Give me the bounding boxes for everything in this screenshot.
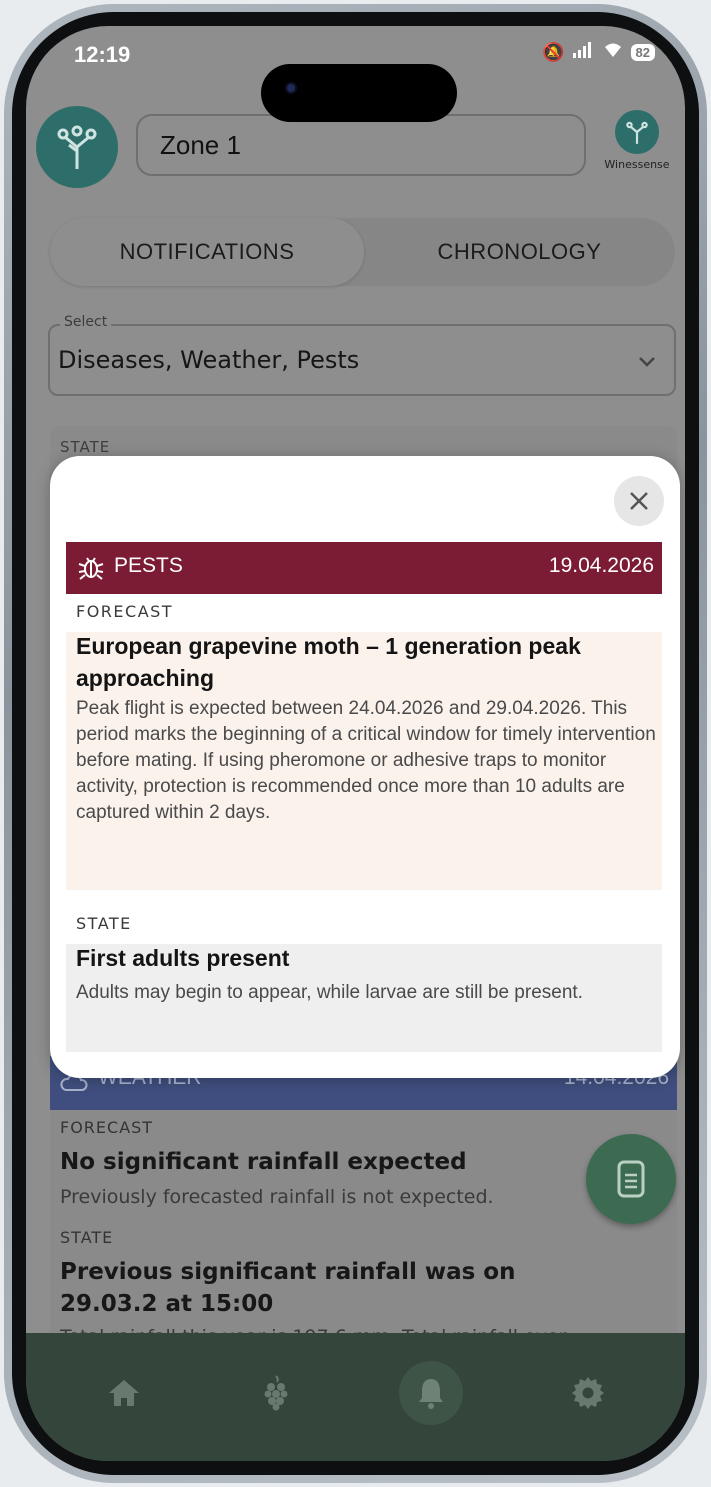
tab-chronology[interactable]: CHRONOLOGY — [364, 218, 675, 286]
close-button[interactable] — [614, 476, 664, 526]
screen: 12:19 🔕 82 Zone 1 Winessense NOTIFICATIO… — [26, 26, 685, 1461]
weather-state-label: STATE — [60, 1228, 114, 1247]
brand-logo-icon — [615, 110, 659, 154]
pests-category: PESTS — [114, 554, 183, 577]
app-logo[interactable] — [36, 106, 118, 188]
pests-date: 19.04.2026 — [548, 554, 654, 577]
zone-selector[interactable]: Zone 1 — [136, 114, 586, 176]
nav-notifications[interactable] — [399, 1361, 463, 1425]
brand-logo: Winessense — [592, 110, 682, 171]
close-icon — [630, 492, 648, 510]
status-icons: 🔕 82 — [542, 42, 655, 63]
tab-notifications[interactable]: NOTIFICATIONS — [50, 218, 364, 286]
chevron-down-icon — [639, 357, 655, 367]
gear-icon — [572, 1377, 604, 1409]
select-value: Diseases, Weather, Pests — [58, 346, 360, 374]
nav-settings[interactable] — [556, 1361, 620, 1425]
weather-card-body: FORECAST No significant rainfall expecte… — [50, 1110, 677, 1370]
bottom-navigation — [26, 1333, 685, 1461]
weather-state-title: Previous significant rainfall was on 29.… — [60, 1259, 516, 1317]
document-icon — [617, 1160, 645, 1198]
pests-card-header: PESTS 19.04.2026 — [66, 542, 662, 594]
vine-logo-icon — [57, 125, 97, 169]
select-legend: Select — [60, 314, 112, 330]
bug-icon — [78, 557, 104, 580]
weather-forecast-label: FORECAST — [60, 1118, 154, 1137]
bell-icon — [419, 1379, 443, 1409]
wifi-icon — [603, 42, 623, 63]
status-time: 12:19 — [74, 42, 131, 67]
state-title: First adults present — [76, 945, 290, 971]
forecast-label: FORECAST — [76, 602, 174, 621]
category-select[interactable]: Select Diseases, Weather, Pests — [48, 314, 676, 396]
report-fab-button[interactable] — [586, 1134, 676, 1224]
battery-indicator: 82 — [630, 44, 655, 61]
forecast-text: Peak flight is expected between 24.04.20… — [76, 698, 656, 823]
grapes-icon — [264, 1375, 288, 1411]
state-label: STATE — [76, 914, 132, 933]
nav-vineyard[interactable] — [244, 1361, 308, 1425]
signal-icon — [572, 42, 595, 63]
dynamic-island — [261, 64, 457, 122]
background-state-label: STATE — [60, 438, 111, 456]
notification-dialog: PESTS 19.04.2026 FORECAST European grape… — [50, 456, 680, 1078]
forecast-title: European grapevine moth – 1 generation p… — [76, 633, 581, 691]
nav-home[interactable] — [92, 1361, 156, 1425]
brand-label: Winessense — [604, 158, 670, 171]
mute-icon: 🔕 — [542, 42, 565, 63]
state-text: Adults may begin to appear, while larvae… — [76, 982, 583, 1003]
home-icon — [109, 1380, 139, 1406]
camera-icon — [285, 82, 297, 94]
weather-forecast-title: No significant rainfall expected — [60, 1149, 467, 1175]
zone-name: Zone 1 — [160, 130, 241, 160]
tab-bar: NOTIFICATIONS CHRONOLOGY — [50, 218, 675, 286]
weather-forecast-text: Previously forecasted rainfall is not ex… — [60, 1186, 494, 1208]
